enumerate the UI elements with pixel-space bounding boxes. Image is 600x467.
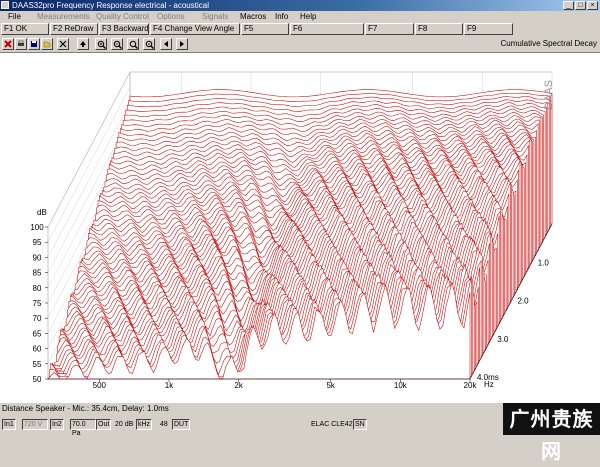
x-tick-label: 1k bbox=[165, 381, 174, 390]
input-level: 70.0 Pa bbox=[70, 419, 96, 437]
toolbar: Cumulative Spectral Decay bbox=[0, 37, 600, 51]
fkey-1[interactable]: F1 OK bbox=[1, 23, 49, 35]
menu-quality-control[interactable]: Quality Control bbox=[93, 11, 149, 22]
y-tick-label: 70 bbox=[33, 314, 42, 323]
y-tick-label: 55 bbox=[33, 360, 42, 369]
serial-number-button[interactable]: SN bbox=[353, 419, 367, 430]
time-tick-label: 3.0 bbox=[497, 335, 509, 344]
time-tick-label: 1.0 bbox=[538, 258, 550, 267]
menu-bar: File Measurements Quality Control Options Si… bbox=[0, 11, 600, 22]
window-title: DAAS32pro Frequency Response electrical … bbox=[12, 1, 209, 10]
y-tick-label: 65 bbox=[33, 329, 42, 338]
window-title-bar: DAAS32pro Frequency Response electrical … bbox=[0, 0, 600, 11]
fkey-7[interactable]: F7 bbox=[365, 23, 414, 35]
input2-toggle[interactable]: In2 bbox=[50, 419, 64, 430]
zoom-in-icon[interactable] bbox=[95, 38, 107, 50]
input1-voltage: 720 V bbox=[22, 419, 48, 430]
fkey-4[interactable]: F4 Change View Angle bbox=[150, 23, 240, 35]
zoom-out-icon[interactable] bbox=[111, 38, 123, 50]
function-key-bar: F1 OK F2 ReDraw F3 Backward F4 Change View … bbox=[0, 23, 600, 36]
menu-options[interactable]: Options bbox=[154, 11, 185, 22]
sample-rate: 48 bbox=[160, 421, 168, 428]
output-gain: 20 dB bbox=[115, 421, 134, 428]
y-tick-label: 90 bbox=[33, 253, 42, 262]
khz-toggle[interactable]: kHz bbox=[136, 419, 153, 430]
menu-file[interactable]: File bbox=[5, 11, 21, 22]
site-watermark-logo: 广州贵族网 bbox=[503, 403, 600, 463]
menu-help[interactable]: Help bbox=[297, 11, 316, 22]
app-icon bbox=[1, 1, 9, 9]
device-name: ELAC CLE42 bbox=[311, 421, 353, 428]
y-tick-label: 100 bbox=[30, 223, 44, 232]
y-tick-label: 75 bbox=[33, 299, 42, 308]
time-tick-label: 4.0ms bbox=[477, 373, 499, 382]
maximize-button[interactable]: □ bbox=[575, 1, 586, 10]
open-folder-icon[interactable] bbox=[41, 38, 53, 50]
minimize-button[interactable]: _ bbox=[563, 1, 574, 10]
x-tick-label: 10k bbox=[394, 381, 408, 390]
daas-corner-mark: DAAS bbox=[543, 80, 555, 110]
waterfall-chart: dB 100 95 90 85 80 75 70 65 60 55 50 500 1k 2k 5k 10k 20k… bbox=[30, 71, 555, 390]
zoom-fit-icon[interactable] bbox=[127, 38, 139, 50]
y-tick-label: 60 bbox=[33, 345, 42, 354]
zoom-reset-icon[interactable] bbox=[143, 38, 155, 50]
close-icon[interactable] bbox=[2, 38, 14, 50]
fkey-5[interactable]: F5 bbox=[241, 23, 289, 35]
x-tick-label: 2k bbox=[234, 381, 243, 390]
fkey-8[interactable]: F8 bbox=[415, 23, 463, 35]
y-axis-label: dB bbox=[37, 208, 47, 217]
fkey-9[interactable]: F9 bbox=[464, 23, 513, 35]
fkey-2[interactable]: F2 ReDraw bbox=[50, 23, 98, 35]
y-tick-label: 85 bbox=[33, 269, 42, 278]
menu-macros[interactable]: Macros bbox=[237, 11, 266, 22]
y-tick-label: 50 bbox=[33, 375, 42, 384]
fkey-6[interactable]: F6 bbox=[290, 23, 364, 35]
x-icon[interactable] bbox=[57, 38, 69, 50]
y-tick-label: 95 bbox=[33, 238, 42, 247]
menu-signals[interactable]: Signals bbox=[199, 11, 228, 22]
disk-icon[interactable] bbox=[28, 38, 40, 50]
up-arrow-icon[interactable] bbox=[77, 38, 89, 50]
fkey-3[interactable]: F3 Backward bbox=[99, 23, 149, 35]
view-mode-label: Cumulative Spectral Decay bbox=[500, 39, 597, 48]
time-tick-label: 2.0 bbox=[518, 297, 530, 306]
y-tick-label: 80 bbox=[33, 284, 42, 293]
x-tick-label: 20k bbox=[464, 381, 478, 390]
close-button[interactable]: × bbox=[587, 1, 598, 10]
x-tick-label: 5k bbox=[326, 381, 335, 390]
prev-icon[interactable] bbox=[160, 38, 172, 50]
input1-toggle[interactable]: In1 bbox=[2, 419, 16, 430]
x-tick-label: 500 bbox=[93, 381, 107, 390]
menu-info[interactable]: Info bbox=[272, 11, 288, 22]
dut-button[interactable]: DUT bbox=[172, 419, 191, 430]
print-icon[interactable] bbox=[15, 38, 27, 50]
menu-measurements[interactable]: Measurements bbox=[34, 11, 90, 22]
next-icon[interactable] bbox=[176, 38, 188, 50]
output-toggle[interactable]: Out bbox=[96, 419, 112, 430]
